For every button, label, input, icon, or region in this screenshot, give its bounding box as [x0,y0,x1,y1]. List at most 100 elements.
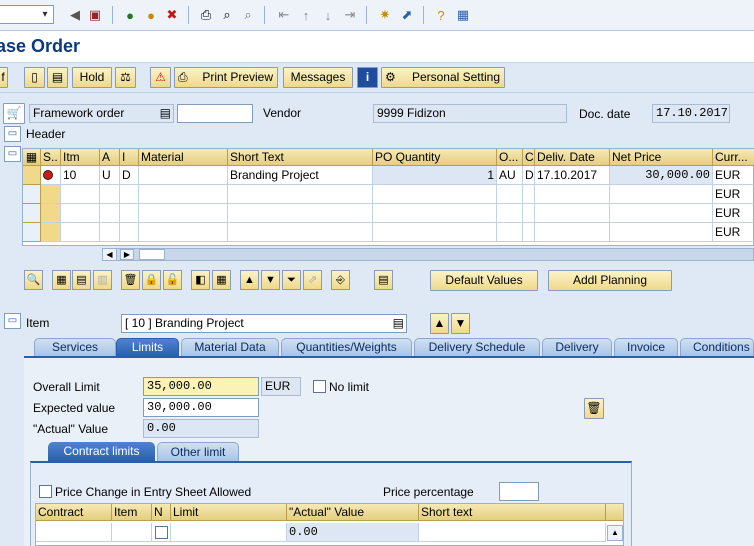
tab-conditions[interactable]: Conditions [680,338,754,356]
overall-limit-field[interactable]: 35,000.00 [143,377,259,396]
cancel-icon[interactable]: ✖ [163,6,181,24]
items-collapse-icon[interactable]: ▭ [4,146,21,162]
column-header[interactable]: I [120,149,139,166]
column-header[interactable]: A [100,149,120,166]
delivery-date-cell[interactable] [535,223,610,242]
create-icon[interactable]: ▤ [47,67,68,88]
next-page-icon[interactable]: ↓ [319,6,337,24]
account-assignment-cell[interactable] [100,204,120,223]
next-item-icon[interactable]: ▼ [451,313,470,334]
item-number-cell[interactable] [61,204,100,223]
delivery-date-cell[interactable]: 17.10.2017 [535,166,610,185]
unlock-icon[interactable]: 🔓 [163,270,182,290]
scroll-up-icon[interactable]: ▲ [607,525,623,541]
quantity-cell[interactable] [373,223,497,242]
row-selector[interactable] [23,223,41,242]
column-header[interactable]: Curr... [713,149,754,166]
currency-cell[interactable]: EUR [713,185,754,204]
notes-icon[interactable]: ▤ [374,270,393,290]
select-all-icon[interactable]: ▦ [52,270,71,290]
prev-page-icon[interactable]: ↑ [297,6,315,24]
short-text-cell[interactable] [228,223,373,242]
find-icon[interactable]: ⌕ [218,6,236,24]
default-values-button[interactable]: Default Values [430,270,538,291]
split-icon[interactable]: ◧ [191,270,210,290]
item-number-cell[interactable] [61,185,100,204]
contract-cell[interactable] [36,523,112,542]
back-icon[interactable]: ● [121,6,139,24]
info-icon[interactable]: i [357,67,378,88]
doc-date-field[interactable]: 17.10.2017 [652,104,730,123]
currency-cell[interactable]: EUR [713,223,754,242]
net-price-cell[interactable] [610,223,713,242]
table-icon[interactable]: ▦ [212,270,231,290]
date-category-cell[interactable] [523,185,535,204]
tab-material-data[interactable]: Material Data [181,338,279,356]
quantity-cell[interactable] [373,185,497,204]
quantity-cell[interactable]: 1 [373,166,497,185]
column-header[interactable]: O... [497,149,523,166]
tab-delivery-schedule[interactable]: Delivery Schedule [414,338,540,356]
order-unit-cell[interactable] [497,185,523,204]
messages-icon[interactable]: ⚠ [150,67,171,88]
document-number-field[interactable] [177,104,253,123]
account-assignment-cell[interactable]: U [100,166,120,185]
net-price-cell[interactable]: 30,000.00 [610,166,713,185]
column-header[interactable]: "Actual" Value [287,504,419,521]
table-settings-icon[interactable]: ▦ [23,149,41,166]
previous-item-icon[interactable]: ▲ [430,313,449,334]
lock-icon[interactable]: 🔒 [142,270,161,290]
account-assignment-cell[interactable] [100,223,120,242]
check-icon[interactable]: ⚖ [115,67,136,88]
header-expand-icon[interactable]: ▭ [4,126,21,142]
column-header[interactable]: Limit [171,504,287,521]
delivery-date-cell[interactable] [535,204,610,223]
scroll-left-icon[interactable]: ◀ [103,249,117,260]
item-collapse-icon[interactable]: ▭ [4,313,21,329]
column-header[interactable]: Deliv. Date [535,149,610,166]
hold-button[interactable]: Hold [72,67,112,88]
find-next-icon[interactable]: ⌕ [239,6,257,24]
item-category-cell[interactable] [120,223,139,242]
filter-icon[interactable]: ⏷ [282,270,301,290]
column-header[interactable]: Item [112,504,152,521]
deselect-all-icon[interactable]: ▤ [72,270,91,290]
dropdown-icon[interactable]: ▾ [39,8,51,21]
material-cell[interactable] [139,185,228,204]
cart-icon[interactable]: 🛒 [3,103,25,124]
subtab-other-limit[interactable]: Other limit [157,442,239,461]
order-unit-cell[interactable] [497,223,523,242]
no-limit-cell[interactable] [152,523,171,542]
personal-setting-button[interactable]: ⚙ Personal Setting [381,67,505,88]
exit-icon[interactable]: ● [142,6,160,24]
partial-button[interactable]: f [0,67,8,88]
account-assignment-cell[interactable] [100,185,120,204]
column-header[interactable]: Short Text [228,149,373,166]
limit-cell[interactable] [171,523,287,542]
help-icon[interactable]: ? [432,6,450,24]
messages-button[interactable]: Messages [283,67,353,88]
sort-descending-icon[interactable]: ▼ [261,270,280,290]
column-header[interactable]: N [152,504,171,521]
tab-services[interactable]: Services [34,338,116,356]
vendor-field[interactable]: 9999 Fidizon [373,104,567,123]
horizontal-scrollbar[interactable]: ◀ ▶ [102,248,754,261]
tab-limits[interactable]: Limits [116,338,179,356]
expected-value-field[interactable]: 30,000.00 [143,398,259,417]
scroll-right-icon[interactable]: ▶ [120,249,134,260]
no-limit-checkbox[interactable] [313,380,326,393]
column-header[interactable]: Short text [419,504,606,521]
services-icon[interactable]: ⎆ [331,270,350,290]
row-selector[interactable] [23,204,41,223]
item-select[interactable]: [ 10 ] Branding Project ▤ [121,314,407,333]
scroll-thumb[interactable] [139,249,165,260]
item-category-cell[interactable] [120,185,139,204]
delete-limits-icon[interactable]: 🗑 [584,398,604,419]
column-header[interactable]: S.. [41,149,61,166]
material-cell[interactable] [139,204,228,223]
column-header[interactable]: Contract [36,504,112,521]
shortcut-icon[interactable]: ⬈ [398,6,416,24]
date-category-cell[interactable] [523,223,535,242]
short-text-cell[interactable] [419,523,606,542]
net-price-cell[interactable] [610,185,713,204]
